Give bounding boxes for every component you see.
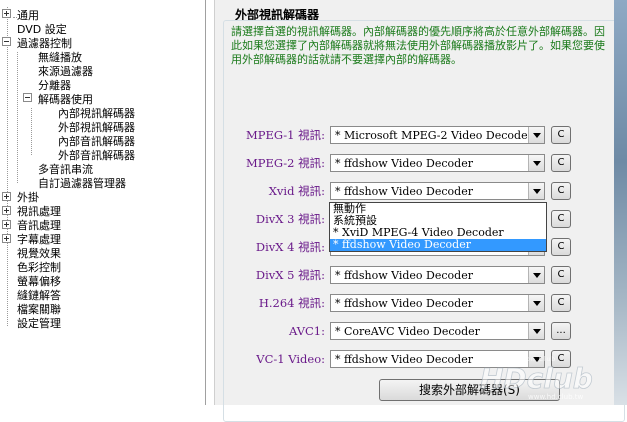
vc1-decoder-select[interactable]: * ffdshow Video Decoder	[330, 350, 545, 368]
mpeg1-config-button[interactable]: C	[551, 126, 571, 144]
expand-icon[interactable]	[2, 9, 11, 18]
tree-item-screen-offset[interactable]: 螢幕偏移	[17, 275, 61, 289]
expand-icon[interactable]	[2, 206, 11, 215]
collapse-icon[interactable]	[23, 93, 32, 102]
tree-item-external-video[interactable]: 外部視訊解碼器	[58, 121, 135, 135]
chevron-down-icon[interactable]	[528, 183, 544, 199]
divx5-config-button[interactable]: C	[551, 266, 571, 284]
tree-guide-decoder	[31, 108, 32, 155]
tree-item-dvd[interactable]: DVD 設定	[17, 23, 67, 37]
tree-item-custom-filter[interactable]: 自訂過濾器管理器	[38, 177, 126, 191]
tree-guide-root	[7, 7, 8, 326]
collapse-icon[interactable]	[2, 37, 11, 46]
mpeg1-decoder-select[interactable]: * Microsoft MPEG-2 Video Decoder	[330, 126, 545, 144]
tree-item-decoder-usage[interactable]: 解碼器使用	[38, 93, 93, 107]
chevron-down-icon[interactable]	[528, 351, 544, 367]
divx4-config-button[interactable]: C	[551, 238, 571, 256]
tree-item-file-association[interactable]: 檔案關聯	[17, 303, 61, 317]
divx3-label: DivX 3 視訊:	[255, 212, 325, 226]
h264-label: H.264 視訊:	[258, 296, 325, 310]
avc1-decoder-select[interactable]: * CoreAVC Video Decoder	[330, 322, 545, 340]
chevron-down-icon[interactable]	[528, 267, 544, 283]
divx5-label: DivX 5 視訊:	[255, 268, 325, 282]
vc1-config-button[interactable]: C	[551, 350, 571, 368]
tree-item-visual-effects[interactable]: 視覺效果	[17, 247, 61, 261]
xvid-decoder-select[interactable]: * ffdshow Video Decoder	[330, 182, 545, 200]
mpeg2-label: MPEG-2 視訊:	[245, 156, 325, 170]
chevron-down-icon[interactable]	[528, 323, 544, 339]
mpeg1-decoder-value: * Microsoft MPEG-2 Video Decoder	[335, 129, 533, 142]
tree-item-video-processing[interactable]: 視訊處理	[17, 205, 61, 219]
chevron-down-icon[interactable]	[528, 127, 544, 143]
search-external-decoders-button[interactable]: 搜索外部解碼器(S)	[379, 379, 560, 401]
tree-item-source-filter[interactable]: 來源過濾器	[38, 65, 93, 79]
xvid-decoder-value: * ffdshow Video Decoder	[335, 185, 473, 198]
mpeg2-decoder-value: * ffdshow Video Decoder	[335, 157, 473, 170]
tree-item-internal-video[interactable]: 內部視訊解碼器	[58, 107, 135, 121]
divx3-config-button[interactable]: C	[551, 210, 571, 228]
mpeg2-config-button[interactable]: C	[551, 154, 571, 172]
expand-icon[interactable]	[2, 192, 11, 201]
h264-decoder-select[interactable]: * ffdshow Video Decoder	[330, 294, 545, 312]
h264-decoder-value: * ffdshow Video Decoder	[335, 297, 473, 310]
xvid-decoder-dropdown-list[interactable]: 無動作 系統預設 * XviD MPEG-4 Video Decoder * f…	[329, 202, 547, 252]
description-text: 請選擇首選的視訊解碼器。內部解碼器的優先順序將高於任意外部解碼器。因此如果您選擇…	[231, 25, 605, 66]
settings-tree: 通用 DVD 設定 過濾器控制 無縫播放 來源過濾器 分離器 解碼器使用 內部視…	[0, 0, 206, 405]
tree-item-external-audio[interactable]: 外部音訊解碼器	[58, 149, 135, 163]
dropdown-option-selected[interactable]: * ffdshow Video Decoder	[330, 239, 546, 251]
divx4-label: DivX 4 視訊:	[255, 240, 325, 254]
chevron-down-icon[interactable]	[528, 295, 544, 311]
background-photo	[614, 0, 627, 405]
vc1-decoder-value: * ffdshow Video Decoder	[335, 353, 473, 366]
avc1-config-button[interactable]: ...	[551, 322, 571, 340]
expand-icon[interactable]	[2, 234, 11, 243]
xvid-label: Xvid 視訊:	[268, 184, 325, 198]
mpeg2-decoder-select[interactable]: * ffdshow Video Decoder	[330, 154, 545, 172]
tree-item-settings-management[interactable]: 設定管理	[17, 317, 61, 331]
tree-guide-filter	[17, 52, 18, 183]
tree-item-subtitle-processing[interactable]: 字幕處理	[17, 233, 61, 247]
tree-item-plugins[interactable]: 外掛	[17, 191, 39, 205]
divx5-decoder-select[interactable]: * ffdshow Video Decoder	[330, 266, 545, 284]
tree-item-audio-processing[interactable]: 音訊處理	[17, 219, 61, 233]
tree-item-multi-audio[interactable]: 多音訊串流	[38, 163, 93, 177]
xvid-config-button[interactable]: C	[551, 182, 571, 200]
tree-item-general[interactable]: 通用	[17, 9, 39, 23]
avc1-label: AVC1:	[288, 324, 325, 338]
h264-config-button[interactable]: C	[551, 294, 571, 312]
tree-item-chain[interactable]: 縫鏈解答	[17, 289, 61, 303]
divx5-decoder-value: * ffdshow Video Decoder	[335, 269, 473, 282]
tree-item-seamless[interactable]: 無縫播放	[38, 51, 82, 65]
tree-item-color-control[interactable]: 色彩控制	[17, 261, 61, 275]
vc1-label: VC-1 Video:	[256, 352, 325, 366]
expand-icon[interactable]	[2, 220, 11, 229]
avc1-decoder-value: * CoreAVC Video Decoder	[335, 325, 480, 338]
tree-item-internal-audio[interactable]: 內部音訊解碼器	[58, 135, 135, 149]
chevron-down-icon[interactable]	[528, 155, 544, 171]
mpeg1-label: MPEG-1 視訊:	[245, 128, 325, 142]
tree-item-filter-control[interactable]: 過濾器控制	[17, 37, 72, 51]
tree-item-splitter[interactable]: 分離器	[38, 79, 71, 93]
